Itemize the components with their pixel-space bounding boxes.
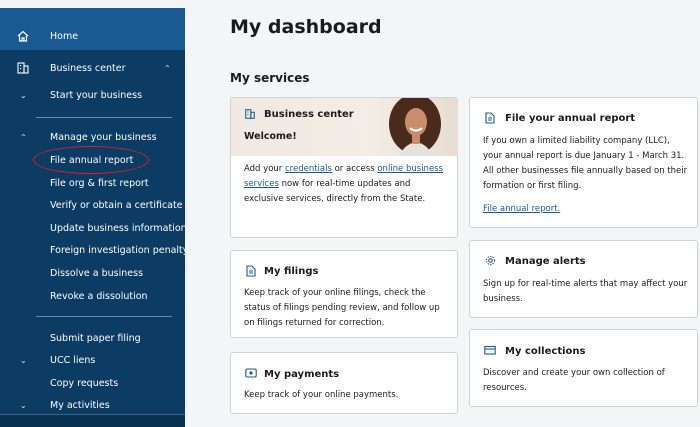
sidebar-item-label: Start your business xyxy=(50,89,143,101)
sidebar-item-business-center[interactable]: Business center ⌃ xyxy=(0,58,185,78)
my-collections-card: My collections Discover and create your … xyxy=(469,329,698,407)
sidebar-divider xyxy=(36,117,172,118)
woman-photo xyxy=(389,98,441,156)
chevron-up-icon[interactable]: ⌃ xyxy=(164,64,171,73)
section-title: My services xyxy=(230,71,310,85)
sidebar-item-dissolve-business[interactable]: Dissolve a business xyxy=(0,263,185,283)
body-text: Add your xyxy=(244,164,285,174)
sidebar-bottom-strip xyxy=(0,414,185,427)
file-annual-report-link[interactable]: File annual report. xyxy=(483,202,560,217)
sidebar-item-verify-certificate[interactable]: Verify or obtain a certificate xyxy=(0,195,185,215)
sidebar-item-foreign-investigation[interactable]: Foreign investigation penalty xyxy=(0,240,189,260)
sidebar-item-label: Dissolve a business xyxy=(50,267,144,279)
gear-icon xyxy=(485,255,496,269)
card-body: Add your credentials or access online bu… xyxy=(244,162,449,207)
sidebar-item-label: UCC liens xyxy=(50,354,96,366)
sidebar-item-file-annual-report[interactable]: File annual report xyxy=(0,150,185,170)
card-body: Sign up for real-time alerts that may af… xyxy=(483,279,688,304)
chevron-down-icon[interactable]: ⌄ xyxy=(20,91,27,100)
sidebar-item-home[interactable]: Home xyxy=(0,26,185,46)
credentials-link[interactable]: credentials xyxy=(285,164,332,174)
card-body: Discover and create your own collection … xyxy=(483,368,665,393)
building-icon xyxy=(244,108,256,123)
sidebar-divider xyxy=(36,316,172,317)
chevron-up-icon[interactable]: ⌃ xyxy=(20,133,27,142)
sidebar-item-label: File org & first report xyxy=(50,177,149,189)
document-icon xyxy=(246,265,256,280)
sidebar-item-copy-requests[interactable]: Copy requests xyxy=(0,373,185,393)
sidebar-item-label: Copy requests xyxy=(50,377,119,389)
sidebar-item-revoke-dissolution[interactable]: Revoke a dissolution xyxy=(0,286,185,306)
card-body: If you own a limited liability company (… xyxy=(483,136,688,191)
building-icon xyxy=(16,61,30,78)
body-text: or access xyxy=(331,164,378,174)
card-title: My payments xyxy=(264,369,340,380)
collection-icon xyxy=(484,345,496,358)
manage-alerts-card: Manage alerts Sign up for real-time aler… xyxy=(469,240,698,318)
sidebar-item-label: Submit paper filing xyxy=(50,332,141,344)
chevron-down-icon[interactable]: ⌄ xyxy=(20,401,27,410)
card-title: File your annual report xyxy=(505,113,636,124)
sidebar-item-label: My activities xyxy=(50,399,110,411)
home-icon xyxy=(16,29,30,46)
page-title: My dashboard xyxy=(230,16,382,38)
hero-banner xyxy=(231,98,458,156)
sidebar-item-ucc-liens[interactable]: ⌄ UCC liens xyxy=(0,350,185,370)
welcome-text: Welcome! xyxy=(244,131,297,142)
document-icon xyxy=(485,112,495,127)
my-filings-card: My filings Keep track of your online fil… xyxy=(230,250,458,338)
sidebar-item-submit-paper-filing[interactable]: Submit paper filing xyxy=(0,328,185,348)
sidebar-item-my-activities[interactable]: ⌄ My activities xyxy=(0,395,185,415)
card-title: Manage alerts xyxy=(505,256,586,267)
annual-report-card: File your annual report If you own a lim… xyxy=(469,97,698,228)
sidebar-item-label: Foreign investigation penalty xyxy=(50,244,189,256)
card-title: Business center xyxy=(264,109,354,120)
card-title: My collections xyxy=(505,346,586,357)
sidebar-item-label: Revoke a dissolution xyxy=(50,290,148,302)
sidebar-item-label: Manage your business xyxy=(50,131,157,143)
sidebar-item-label: File annual report xyxy=(50,154,134,166)
business-center-card: Business center Welcome! Add your creden… xyxy=(230,97,458,238)
sidebar-item-manage-business[interactable]: ⌃ Manage your business xyxy=(0,127,185,147)
wallet-icon xyxy=(245,368,257,381)
card-title: My filings xyxy=(264,266,319,277)
card-body: Keep track of your online payments. xyxy=(244,390,399,400)
sidebar-item-label: Home xyxy=(50,30,79,42)
sidebar-item-label: Business center xyxy=(50,62,126,74)
my-payments-card: My payments Keep track of your online pa… xyxy=(230,352,458,414)
chevron-down-icon[interactable]: ⌄ xyxy=(20,356,27,365)
sidebar-item-label: Update business information xyxy=(50,222,187,234)
sidebar-item-file-org-first-report[interactable]: File org & first report xyxy=(0,173,185,193)
sidebar-item-update-business-info[interactable]: Update business information xyxy=(0,218,187,238)
sidebar-item-start-business[interactable]: ⌄ Start your business xyxy=(0,85,185,105)
card-body: Keep track of your online filings, check… xyxy=(244,288,440,328)
sidebar-item-label: Verify or obtain a certificate xyxy=(50,199,183,211)
